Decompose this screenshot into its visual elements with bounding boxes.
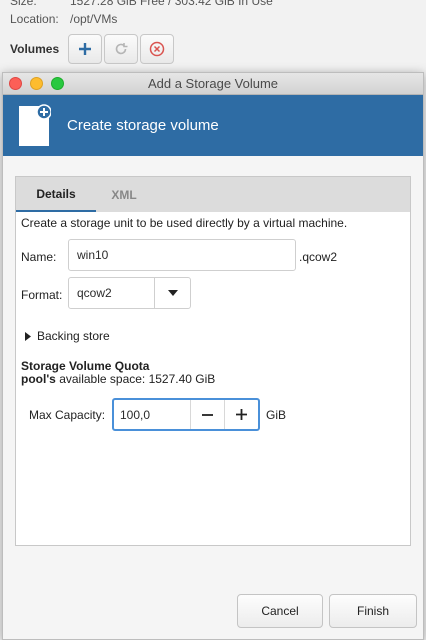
location-label: Location: <box>10 12 59 26</box>
dialog-title: Add a Storage Volume <box>147 76 279 91</box>
add-storage-volume-dialog: Add a Storage Volume Create storage volu… <box>2 72 424 640</box>
volumes-label: Volumes <box>10 42 60 56</box>
header-title: Create storage volume <box>67 117 219 134</box>
description-text: Create a storage unit to be used directl… <box>21 216 348 230</box>
plus-icon <box>236 409 247 420</box>
size-value: 1527.28 GiB Free / 303.42 GiB In Use <box>70 0 273 8</box>
delete-icon <box>149 41 165 57</box>
dialog-content: Details XML Create a storage unit to be … <box>3 176 423 546</box>
increment-button[interactable] <box>224 400 258 429</box>
delete-volume-button[interactable] <box>140 34 174 64</box>
close-window-button[interactable] <box>9 77 22 90</box>
tab-details[interactable]: Details <box>16 177 96 213</box>
pool-name: pool's <box>21 372 56 386</box>
max-capacity-spinner[interactable]: 100,0 <box>112 398 260 431</box>
max-capacity-input[interactable]: 100,0 <box>114 400 190 429</box>
format-label: Format: <box>21 288 63 302</box>
window-controls <box>9 77 64 90</box>
chevron-down-icon <box>167 290 178 296</box>
name-suffix: .qcow2 <box>299 250 338 264</box>
finish-button[interactable]: Finish <box>329 594 417 628</box>
maximize-window-button[interactable] <box>51 77 64 90</box>
tab-bar: Details XML <box>15 176 411 213</box>
location-row: Location: /opt/VMs <box>10 12 117 26</box>
format-value: qcow2 <box>77 286 112 300</box>
tab-xml[interactable]: XML <box>96 177 152 213</box>
capacity-unit: GiB <box>266 408 287 422</box>
details-panel: Create a storage unit to be used directl… <box>15 212 411 546</box>
max-capacity-label: Max Capacity: <box>29 408 106 422</box>
format-dropdown-button[interactable] <box>154 278 190 308</box>
volumes-toolbar: Volumes <box>10 34 176 64</box>
size-row: Size: 1527.28 GiB Free / 303.42 GiB In Us… <box>10 0 273 8</box>
name-label: Name: <box>21 250 57 264</box>
location-value: /opt/VMs <box>70 12 118 26</box>
format-select[interactable]: qcow2 <box>68 277 191 309</box>
decrement-button[interactable] <box>190 400 224 429</box>
available-space: available space: 1527.40 GiB <box>55 372 216 386</box>
backing-store-label: Backing store <box>37 329 110 343</box>
size-label: Size: <box>10 0 37 8</box>
refresh-icon <box>115 43 128 55</box>
backing-store-expander[interactable]: Backing store <box>25 329 110 343</box>
disclosure-arrow-icon <box>25 331 31 341</box>
cancel-button[interactable]: Cancel <box>237 594 323 628</box>
add-volume-button[interactable] <box>68 34 102 64</box>
quota-title: Storage Volume Quota <box>21 359 150 373</box>
name-input[interactable]: win10 <box>68 239 296 271</box>
dialog-header: Create storage volume <box>3 95 423 156</box>
minus-icon <box>202 413 213 416</box>
refresh-volume-button[interactable] <box>104 34 138 64</box>
minimize-window-button[interactable] <box>30 77 43 90</box>
plus-icon <box>79 43 91 55</box>
dialog-titlebar: Add a Storage Volume <box>3 73 423 95</box>
new-document-icon <box>19 103 51 146</box>
quota-available: pool's available space: 1527.40 GiB <box>21 372 215 386</box>
